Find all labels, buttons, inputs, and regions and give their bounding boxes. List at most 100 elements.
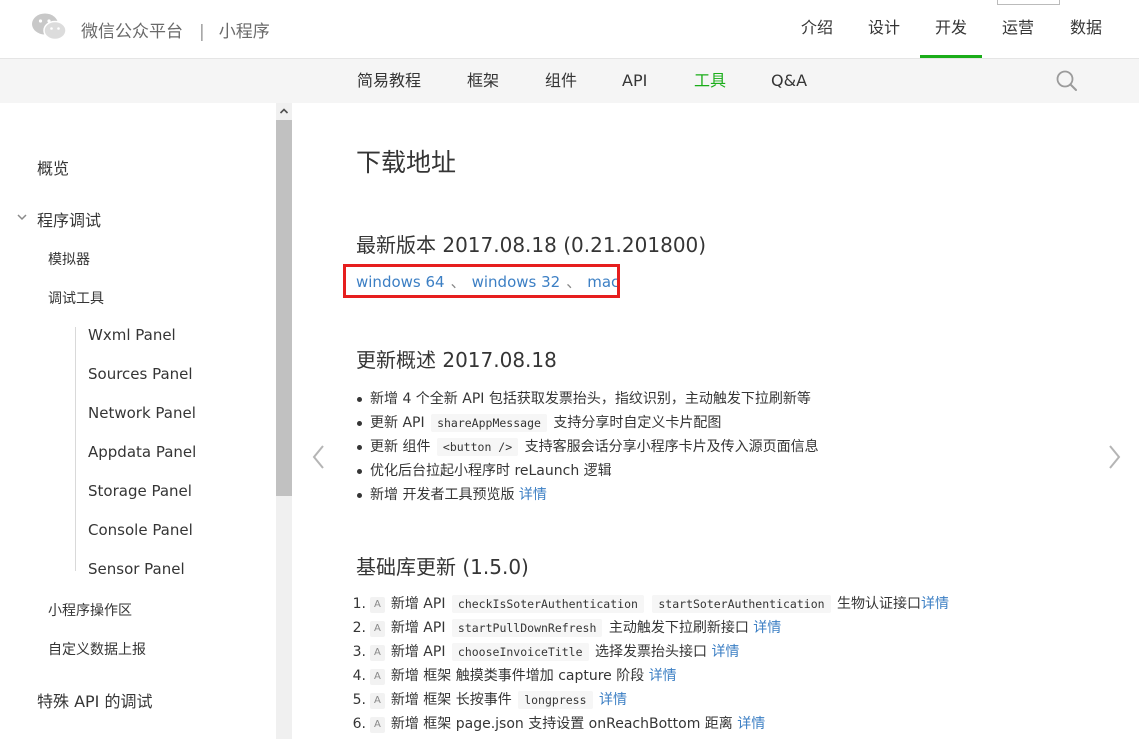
list-item: 5. A 新增 框架 长按事件 longpress 详情: [353, 688, 949, 712]
search-icon[interactable]: [1055, 69, 1079, 93]
list-item-text: 更新 组件: [370, 439, 431, 455]
sidebar-scrollbar-thumb[interactable]: [276, 120, 292, 496]
list-item-text: 新增 API: [390, 596, 446, 612]
latest-version-heading: 最新版本 2017.08.18 (0.21.201800): [356, 233, 707, 257]
sidebar-item-overview[interactable]: 概览: [37, 155, 69, 179]
brand-separator: |: [199, 22, 205, 42]
top-nav-intro[interactable]: 介绍: [800, 0, 834, 56]
list-item-text: 支持客服会话分享小程序卡片及传入源页面信息: [524, 439, 819, 455]
sidebar-nav: 概览 程序调试 模拟器 调试工具 Wxml Panel Sources Pane…: [0, 103, 276, 739]
details-link[interactable]: 详情: [649, 668, 677, 684]
chevron-right-icon[interactable]: [1105, 442, 1123, 472]
platform-tag: A: [370, 645, 385, 661]
details-link[interactable]: 详情: [711, 644, 739, 660]
list-number: 2.: [352, 620, 366, 636]
sidebar-item-wxml-panel[interactable]: Wxml Panel: [88, 326, 176, 344]
tree-guide-line: [75, 327, 76, 571]
code-snippet: checkIsSoterAuthentication: [451, 595, 644, 613]
list-item-text: 选择发票抬头接口: [594, 644, 707, 660]
sub-nav-tutorial[interactable]: 简易教程: [357, 59, 421, 103]
sidebar-item-special-api-debug[interactable]: 特殊 API 的调试: [37, 688, 153, 712]
sidebar-item-network-panel[interactable]: Network Panel: [88, 404, 196, 422]
sidebar-item-simulator[interactable]: 模拟器: [48, 249, 90, 269]
code-snippet: startSoterAuthentication: [652, 595, 831, 613]
list-item-text: 新增 框架 page.json 支持设置 onReachBottom 距离: [390, 716, 733, 732]
top-nav-data[interactable]: 数据: [1068, 0, 1104, 56]
code-snippet: longpress: [518, 691, 593, 709]
list-item-text: 新增 API: [390, 620, 446, 636]
list-item: 更新 API shareAppMessage 支持分享时自定义卡片配图: [357, 411, 819, 435]
user-menu-edge[interactable]: [997, 0, 1060, 5]
list-item: 1. A 新增 API checkIsSoterAuthentication sta…: [353, 592, 949, 616]
chevron-down-icon[interactable]: [16, 211, 28, 223]
sidebar-item-appdata-panel[interactable]: Appdata Panel: [88, 443, 196, 461]
scroll-up-arrow-icon[interactable]: [276, 103, 292, 119]
list-item: 更新 组件 <button /> 支持客服会话分享小程序卡片及传入源页面信息: [357, 435, 819, 459]
base-library-heading: 基础库更新 (1.5.0): [356, 555, 529, 579]
code-snippet: <button />: [436, 438, 519, 456]
details-link[interactable]: 详情: [737, 716, 765, 732]
code-snippet: shareAppMessage: [431, 414, 547, 432]
main-content: 下载地址 最新版本 2017.08.18 (0.21.201800) windo…: [292, 103, 1139, 739]
list-item: 新增 开发者工具预览版 详情: [357, 483, 819, 507]
sidebar-item-operation-area[interactable]: 小程序操作区: [48, 600, 132, 620]
list-item-text: 支持分享时自定义卡片配图: [553, 415, 722, 431]
sub-nav-api[interactable]: API: [622, 59, 647, 103]
sub-nav-qa[interactable]: Q&A: [771, 59, 807, 103]
list-number: 6.: [352, 716, 366, 732]
list-item-text: 生物认证接口: [837, 596, 921, 612]
bullet-dot: [357, 469, 362, 474]
list-item-text: 新增 API: [390, 644, 446, 660]
list-item: 4. A 新增 框架 触摸类事件增加 capture 阶段 详情: [353, 664, 949, 688]
sub-nav-tools[interactable]: 工具: [694, 59, 726, 103]
sub-nav-components[interactable]: 组件: [545, 59, 577, 103]
list-number: 3.: [352, 644, 366, 660]
top-nav-develop[interactable]: 开发: [920, 0, 982, 58]
list-item-text: 主动触发下拉刷新接口: [608, 620, 749, 636]
brand-subtitle: 小程序: [218, 22, 270, 42]
red-highlight-box: [343, 264, 620, 298]
details-link[interactable]: 详情: [599, 692, 627, 708]
list-item-text: 新增 框架 长按事件: [390, 692, 512, 708]
top-nav-operate[interactable]: 运营: [1001, 0, 1035, 56]
top-nav-design[interactable]: 设计: [867, 0, 901, 56]
list-item-text: 更新 API: [370, 415, 425, 431]
bullet-dot: [357, 493, 362, 498]
page-title: 下载地址: [356, 148, 457, 177]
list-item-text: 优化后台拉起小程序时 reLaunch 逻辑: [370, 463, 612, 479]
code-snippet: chooseInvoiceTitle: [451, 643, 589, 661]
platform-tag: A: [370, 693, 385, 709]
details-link[interactable]: 详情: [921, 596, 949, 612]
bullet-dot: [357, 397, 362, 402]
brand-name: 微信公众平台: [81, 22, 183, 42]
sidebar-item-debug-tools[interactable]: 调试工具: [48, 288, 104, 308]
base-library-update-list: 1. A 新增 API checkIsSoterAuthentication sta…: [353, 592, 949, 736]
platform-tag: A: [370, 669, 385, 685]
sidebar-item-sensor-panel[interactable]: Sensor Panel: [88, 560, 185, 578]
platform-tag: A: [370, 621, 385, 637]
platform-tag: A: [370, 597, 385, 613]
platform-tag: A: [370, 717, 385, 733]
list-number: 4.: [352, 668, 366, 684]
brand-title[interactable]: 微信公众平台 | 小程序: [81, 17, 270, 42]
list-item: 3. A 新增 API chooseInvoiceTitle 选择发票抬头接口 详情: [353, 640, 949, 664]
bullet-dot: [357, 421, 362, 426]
details-link[interactable]: 详情: [753, 620, 781, 636]
sidebar-item-custom-report[interactable]: 自定义数据上报: [48, 639, 146, 659]
list-item-text: 新增 框架 触摸类事件增加 capture 阶段: [390, 668, 645, 684]
list-item: 2. A 新增 API startPullDownRefresh 主动触发下拉刷新接…: [353, 616, 949, 640]
sidebar-item-sources-panel[interactable]: Sources Panel: [88, 365, 193, 383]
wechat-logo-icon[interactable]: [31, 12, 67, 42]
sidebar-item-debugging[interactable]: 程序调试: [37, 207, 101, 231]
chevron-left-icon[interactable]: [310, 442, 328, 472]
sidebar-item-console-panel[interactable]: Console Panel: [88, 521, 193, 539]
list-item-text: 新增 开发者工具预览版: [370, 487, 515, 503]
sub-nav-framework[interactable]: 框架: [467, 59, 499, 103]
list-number: 1.: [352, 596, 366, 612]
details-link[interactable]: 详情: [519, 487, 547, 503]
list-item-text: 新增 4 个全新 API 包括获取发票抬头，指纹识别，主动触发下拉刷新等: [370, 391, 811, 407]
update-overview-heading: 更新概述 2017.08.18: [356, 348, 557, 372]
list-number: 5.: [352, 692, 366, 708]
list-item: 优化后台拉起小程序时 reLaunch 逻辑: [357, 459, 819, 483]
sidebar-item-storage-panel[interactable]: Storage Panel: [88, 482, 192, 500]
